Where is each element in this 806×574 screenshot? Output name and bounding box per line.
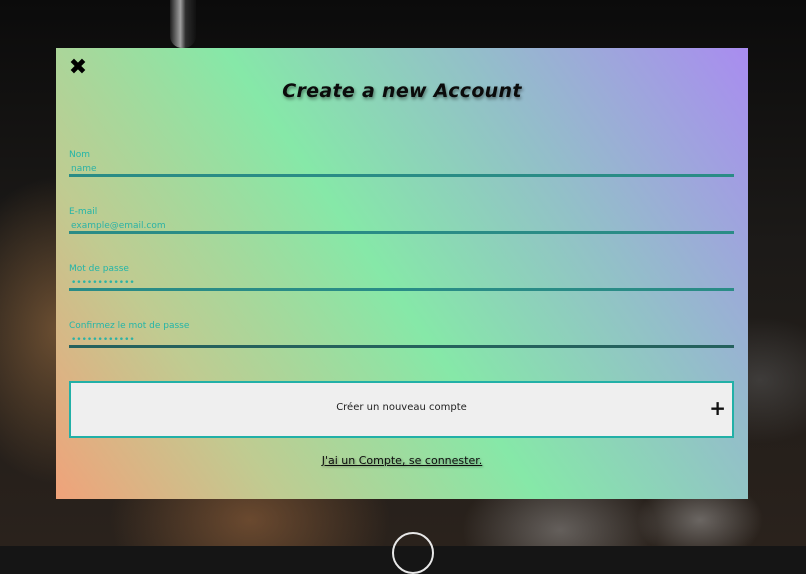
password-input[interactable] — [69, 277, 734, 291]
name-input[interactable] — [69, 163, 734, 177]
scroll-indicator — [392, 532, 434, 574]
confirm-password-input[interactable] — [69, 334, 734, 348]
fork-image — [170, 0, 196, 48]
password-label: Mot de passe — [69, 264, 129, 274]
create-account-label: Créer un nouveau compte — [336, 402, 467, 413]
email-field-group: E-mail — [69, 207, 734, 234]
name-field-group: Nom — [69, 150, 734, 177]
name-label: Nom — [69, 150, 91, 160]
login-link[interactable]: J'ai un Compte, se connester. — [56, 454, 748, 467]
password-field-group: Mot de passe — [69, 264, 734, 291]
plus-icon: + — [709, 396, 726, 420]
email-input[interactable] — [69, 220, 734, 234]
confirm-password-label: Confirmez le mot de passe — [69, 321, 190, 331]
create-account-button[interactable]: Créer un nouveau compte + — [69, 381, 734, 438]
confirm-password-field-group: Confirmez le mot de passe — [69, 321, 734, 348]
modal-title: Create a new Account — [282, 80, 522, 102]
close-icon[interactable]: ✖ — [67, 57, 89, 79]
signup-modal: ✖ Create a new Account Nom E-mail Mot de… — [56, 48, 748, 499]
email-label: E-mail — [69, 207, 98, 217]
